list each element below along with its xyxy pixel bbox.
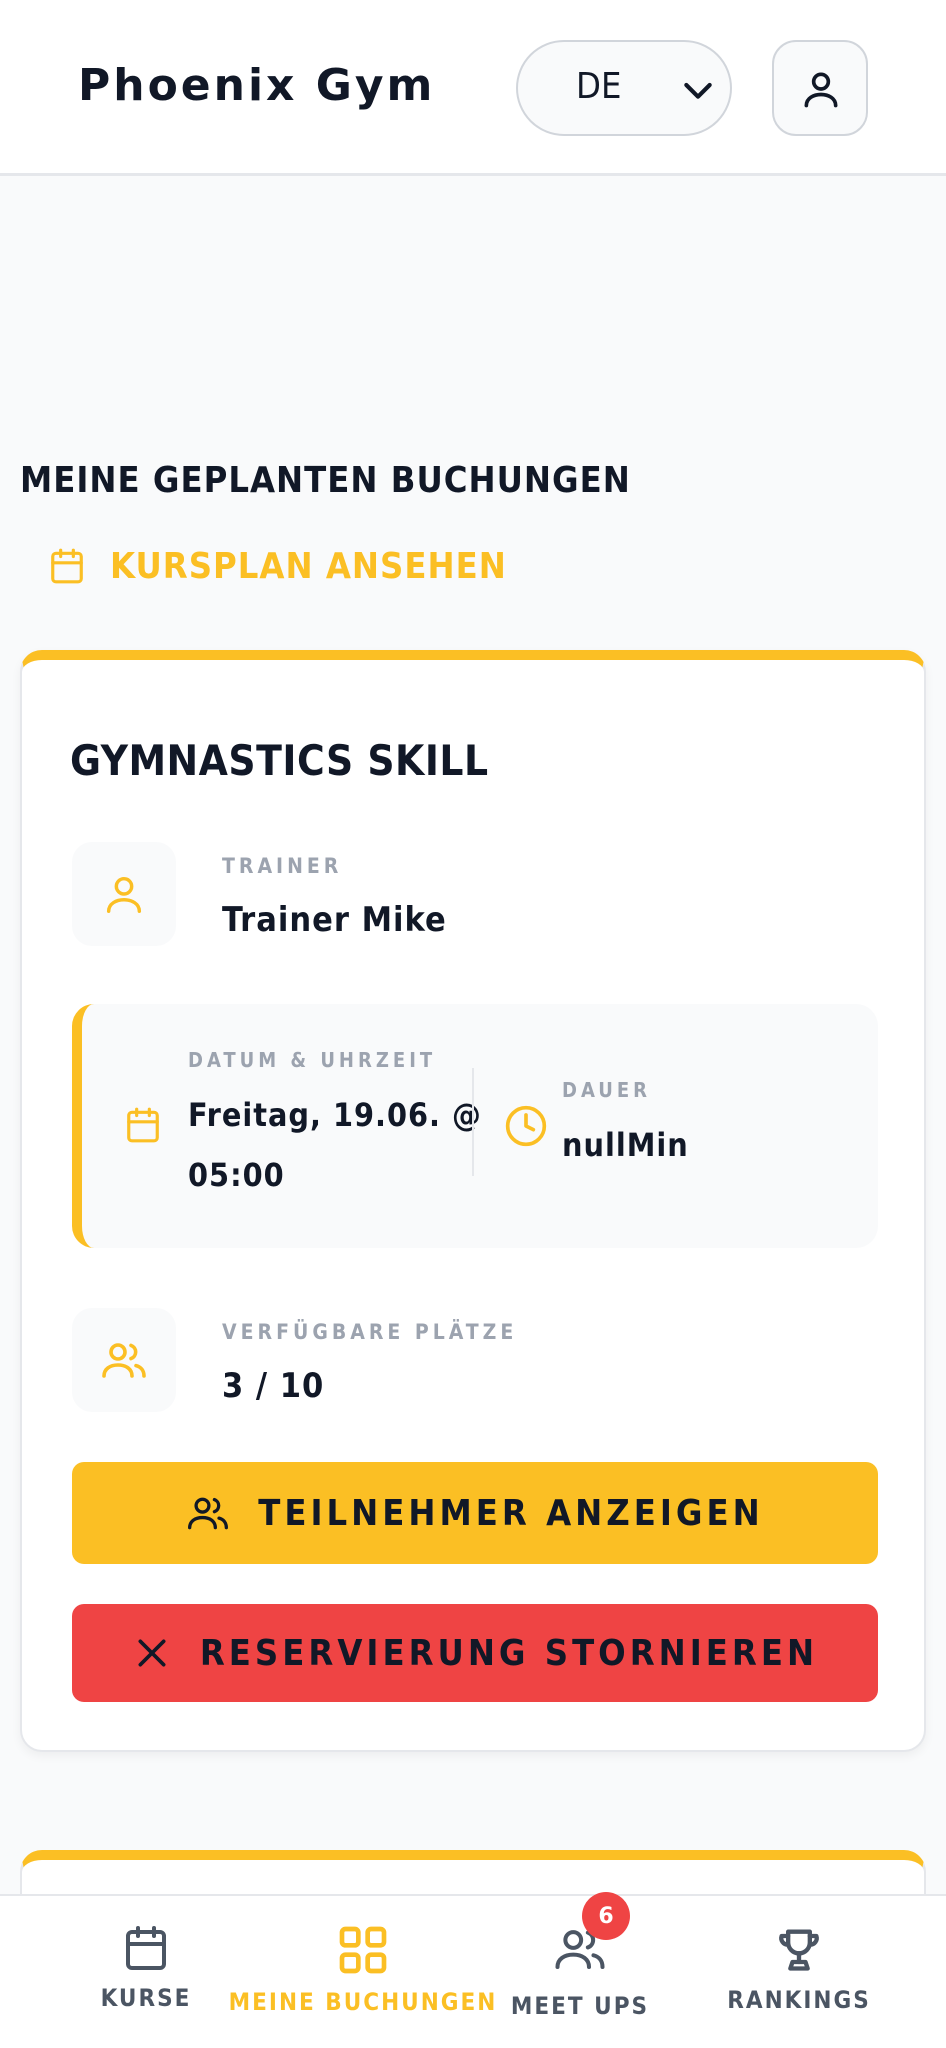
duration-value: nullMin: [562, 1126, 689, 1164]
profile-button[interactable]: [772, 40, 868, 136]
nav-label-meetups: MEET UPS: [510, 1992, 650, 2020]
brand-title[interactable]: Phoenix Gym: [78, 60, 435, 111]
datetime-panel: DATUM & UHRZEIT Freitag, 19.06. @ 05:00 …: [72, 1004, 878, 1248]
view-schedule-link[interactable]: KURSPLAN ANSEHEN: [48, 540, 507, 592]
users-icon: [102, 1343, 146, 1378]
meetups-badge: 6: [582, 1892, 630, 1940]
language-select[interactable]: DE: [516, 40, 732, 136]
trainer-value: Trainer Mike: [222, 900, 447, 940]
datetime-line2: 05:00: [188, 1156, 285, 1194]
trainer-icon-box: [72, 842, 176, 946]
close-icon: [138, 1639, 166, 1667]
language-value: DE: [576, 66, 622, 107]
user-icon: [106, 876, 142, 913]
duration-label: DAUER: [562, 1078, 652, 1102]
slots-value: 3 / 10: [222, 1366, 325, 1406]
clock-icon: [505, 1105, 547, 1147]
nav-label-rankings: RANKINGS: [727, 1986, 871, 2014]
nav-label-my-bookings: MEINE BUCHUNGEN: [228, 1988, 498, 2016]
calendar-icon: [51, 548, 83, 584]
slots-icon-box: [72, 1308, 176, 1412]
datetime-line1: Freitag, 19.06. @: [188, 1096, 482, 1134]
users-icon: [188, 1497, 229, 1530]
trainer-label: TRAINER: [222, 854, 343, 878]
app-header: Phoenix Gym DE: [0, 0, 946, 176]
datetime-label: DATUM & UHRZEIT: [188, 1048, 437, 1072]
user-icon: [804, 72, 838, 108]
datetime-divider: [472, 1068, 474, 1176]
nav-item-my-bookings[interactable]: MEINE BUCHUNGEN: [229, 1896, 495, 2048]
show-participants-label: TEILNEHMER ANZEIGEN: [258, 1492, 764, 1534]
nav-item-courses[interactable]: KURSE: [78, 1896, 214, 2048]
calendar-icon: [127, 1107, 159, 1143]
slots-label: VERFÜGBARE PLÄTZE: [222, 1320, 518, 1344]
calendar-icon: [126, 1926, 166, 1970]
nav-label-courses: KURSE: [100, 1984, 192, 2012]
booking-card: GYMNASTICS SKILL TRAINER Trainer Mike DA…: [20, 650, 926, 1752]
trophy-icon: [779, 1929, 819, 1971]
class-title: GYMNASTICS SKILL: [70, 736, 489, 785]
cancel-reservation-button[interactable]: RESERVIERUNG STORNIEREN: [72, 1604, 878, 1702]
show-participants-button[interactable]: TEILNEHMER ANZEIGEN: [72, 1462, 878, 1564]
grid-icon: [339, 1926, 387, 1974]
chevron-down-icon: [684, 82, 712, 99]
view-schedule-label: KURSPLAN ANSEHEN: [110, 545, 507, 587]
cancel-reservation-label: RESERVIERUNG STORNIEREN: [199, 1632, 819, 1674]
section-title: MEINE GEPLANTEN BUCHUNGEN: [20, 460, 631, 501]
nav-item-rankings[interactable]: RANKINGS: [727, 1896, 869, 2048]
bottom-navigation: KURSE MEINE BUCHUNGEN MEET UPS RANKINGS: [0, 1894, 946, 2048]
